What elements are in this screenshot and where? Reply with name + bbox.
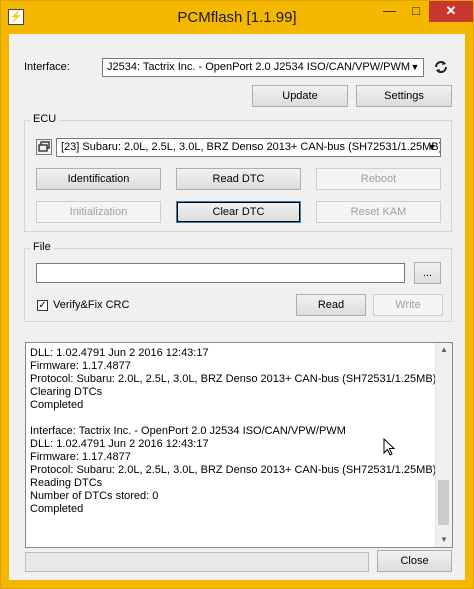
- refresh-icon[interactable]: [433, 59, 449, 75]
- log-line: DLL: 1.02.4791 Jun 2 2016 12:43:17: [30, 347, 209, 359]
- log-line: Completed: [30, 399, 84, 411]
- mouse-cursor-icon: [383, 437, 396, 456]
- read-file-button[interactable]: Read: [296, 294, 366, 316]
- scroll-up-icon[interactable]: ▲: [436, 343, 452, 357]
- window-close-button[interactable]: ✕: [429, 1, 473, 22]
- scroll-thumb[interactable]: [438, 480, 449, 525]
- log-line: Firmware: 1.17.4877: [30, 360, 131, 372]
- write-file-button[interactable]: Write: [373, 294, 443, 316]
- log-line: Reading DTCs: [30, 477, 103, 489]
- interface-label: Interface:: [24, 61, 70, 73]
- ecu-group-title: ECU: [30, 113, 60, 125]
- client-area: Interface: J2534: Tactrix Inc. - OpenPor…: [9, 34, 465, 580]
- chevron-down-icon[interactable]: ▼: [424, 139, 440, 156]
- title-bar[interactable]: ⚡ PCMflash [1.1.99] — □ ✕: [1, 1, 473, 34]
- ecu-select[interactable]: [23] Subaru: 2.0L, 2.5L, 3.0L, BRZ Denso…: [56, 138, 441, 157]
- verify-crc-label: Verify&Fix CRC: [53, 299, 130, 311]
- browse-button[interactable]: ...: [414, 262, 441, 284]
- ecu-select-value: [23] Subaru: 2.0L, 2.5L, 3.0L, BRZ Denso…: [61, 141, 441, 153]
- maximize-button[interactable]: □: [403, 1, 429, 22]
- reboot-button[interactable]: Reboot: [316, 168, 441, 190]
- identification-button[interactable]: Identification: [36, 168, 161, 190]
- scroll-down-icon[interactable]: ▼: [436, 533, 452, 547]
- settings-button[interactable]: Settings: [356, 85, 452, 107]
- reset-kam-button[interactable]: Reset KAM: [316, 201, 441, 223]
- update-button[interactable]: Update: [252, 85, 348, 107]
- log-line: Protocol: Subaru: 2.0L, 2.5L, 3.0L, BRZ …: [30, 464, 437, 476]
- log-line: Interface: Tactrix Inc. - OpenPort 2.0 J…: [30, 425, 346, 437]
- read-dtc-button[interactable]: Read DTC: [176, 168, 301, 190]
- initialization-button[interactable]: Initialization: [36, 201, 161, 223]
- minimize-button[interactable]: —: [376, 1, 403, 22]
- interface-select-value: J2534: Tactrix Inc. - OpenPort 2.0 J2534…: [107, 61, 411, 73]
- progress-bar: [25, 552, 369, 572]
- log-line: DLL: 1.02.4791 Jun 2 2016 12:43:17: [30, 438, 209, 450]
- app-window: ⚡ PCMflash [1.1.99] — □ ✕ Interface: J25…: [0, 0, 474, 589]
- ecu-window-icon[interactable]: [36, 139, 52, 155]
- log-line: Clearing DTCs: [30, 386, 103, 398]
- file-group-title: File: [30, 241, 54, 253]
- log-scrollbar[interactable]: ▲ ▼: [435, 343, 452, 547]
- log-line: Number of DTCs stored: 0: [30, 490, 159, 502]
- file-path-input[interactable]: [36, 263, 405, 283]
- log-line: Firmware: 1.17.4877: [30, 451, 131, 463]
- clear-dtc-button[interactable]: Clear DTC: [176, 201, 301, 223]
- interface-select[interactable]: J2534: Tactrix Inc. - OpenPort 2.0 J2534…: [102, 58, 424, 77]
- log-line: Completed: [30, 503, 84, 515]
- verify-crc-checkbox[interactable]: ✓: [37, 300, 48, 311]
- close-button[interactable]: Close: [377, 550, 452, 572]
- log-line: Protocol: Subaru: 2.0L, 2.5L, 3.0L, BRZ …: [30, 373, 437, 385]
- chevron-down-icon[interactable]: ▼: [407, 59, 423, 76]
